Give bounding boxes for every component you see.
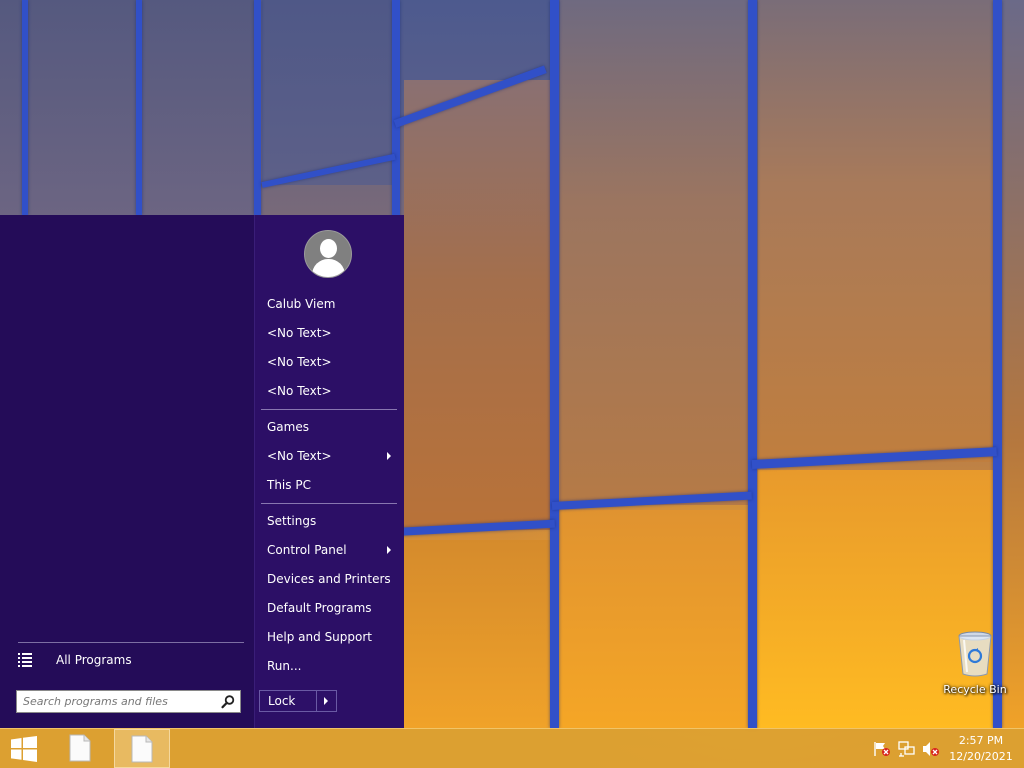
menu-item-no-text-3[interactable]: <No Text> [261, 378, 397, 404]
menu-item-label: Devices and Printers [267, 572, 391, 586]
glass-pane [758, 0, 994, 462]
user-name-item[interactable]: Calub Viem [261, 291, 397, 317]
start-menu-places-pane: Calub Viem <No Text> <No Text> <No Text>… [254, 215, 404, 728]
window-mullion [254, 0, 261, 215]
taskbar: 2:57 PM 12/20/2021 [0, 728, 1024, 768]
lock-button[interactable]: Lock [259, 690, 317, 712]
menu-item-settings[interactable]: Settings [261, 508, 397, 534]
glass-pane [560, 510, 750, 728]
menu-item-label: Control Panel [267, 543, 347, 557]
taskbar-app-1[interactable] [58, 729, 114, 768]
chevron-right-icon [324, 697, 328, 705]
volume-muted-icon[interactable] [922, 741, 940, 757]
window-mullion [748, 0, 757, 728]
menu-item-label: <No Text> [267, 449, 332, 463]
document-icon [69, 734, 91, 762]
all-programs-button[interactable]: All Programs [18, 648, 244, 672]
start-menu: All Programs Calub Viem <No Text> <No Te… [0, 215, 404, 728]
menu-item-label: <No Text> [267, 355, 332, 369]
all-programs-separator [18, 642, 244, 643]
glass-pane [404, 540, 550, 728]
clock-date: 12/20/2021 [949, 750, 1013, 763]
taskbar-app-2[interactable] [114, 729, 170, 768]
menu-item-help-and-support[interactable]: Help and Support [261, 624, 397, 650]
menu-item-label: This PC [267, 478, 311, 492]
menu-item-control-panel[interactable]: Control Panel [261, 537, 397, 563]
document-icon [131, 735, 153, 763]
menu-item-label: <No Text> [267, 384, 332, 398]
menu-item-label: Help and Support [267, 630, 372, 644]
start-button[interactable] [0, 729, 50, 768]
desktop-icon-label: Recycle Bin [943, 683, 1007, 696]
glass-pane [0, 0, 260, 215]
shutdown-options-button[interactable] [316, 690, 337, 712]
search-input[interactable] [23, 693, 213, 710]
menu-item-label: <No Text> [267, 326, 332, 340]
windows-logo-icon [11, 736, 37, 762]
menu-item-this-pc[interactable]: This PC [261, 472, 397, 498]
menu-item-label: Settings [267, 514, 317, 528]
menu-separator [261, 503, 397, 504]
menu-item-games[interactable]: Games [261, 414, 397, 440]
window-mullion [22, 0, 28, 215]
menu-item-no-text-2[interactable]: <No Text> [261, 349, 397, 375]
search-icon[interactable] [220, 694, 236, 710]
glass-pane [1000, 0, 1024, 728]
menu-item-label: Default Programs [267, 601, 372, 615]
menu-item-run[interactable]: Run... [261, 653, 397, 679]
glass-pane [560, 0, 750, 505]
search-box[interactable] [16, 690, 241, 713]
menu-item-default-programs[interactable]: Default Programs [261, 595, 397, 621]
recycle-bin-icon [958, 631, 992, 677]
glass-pane [404, 80, 550, 530]
menu-item-label: Run... [267, 659, 302, 673]
submenu-arrow-icon [387, 452, 391, 460]
clock-time: 2:57 PM [958, 734, 1004, 747]
user-avatar[interactable] [304, 230, 352, 278]
lock-label: Lock [268, 694, 296, 708]
action-center-flag-icon[interactable] [873, 741, 891, 757]
menu-separator [261, 409, 397, 410]
menu-item-devices-and-printers[interactable]: Devices and Printers [261, 566, 397, 592]
menu-item-no-text-4[interactable]: <No Text> [261, 443, 397, 469]
window-mullion [136, 0, 142, 215]
network-icon[interactable] [898, 741, 916, 757]
desktop-icon-recycle-bin[interactable]: Recycle Bin [940, 630, 1010, 702]
all-programs-label: All Programs [56, 653, 132, 667]
submenu-arrow-icon [387, 546, 391, 554]
taskbar-clock[interactable]: 2:57 PM 12/20/2021 [946, 733, 1016, 765]
list-icon [18, 653, 32, 667]
user-name-label: Calub Viem [267, 297, 336, 311]
menu-item-label: Games [267, 420, 309, 434]
window-mullion [550, 0, 559, 728]
start-menu-programs-pane: All Programs [0, 215, 254, 728]
menu-item-no-text-1[interactable]: <No Text> [261, 320, 397, 346]
window-mullion [993, 0, 1002, 728]
